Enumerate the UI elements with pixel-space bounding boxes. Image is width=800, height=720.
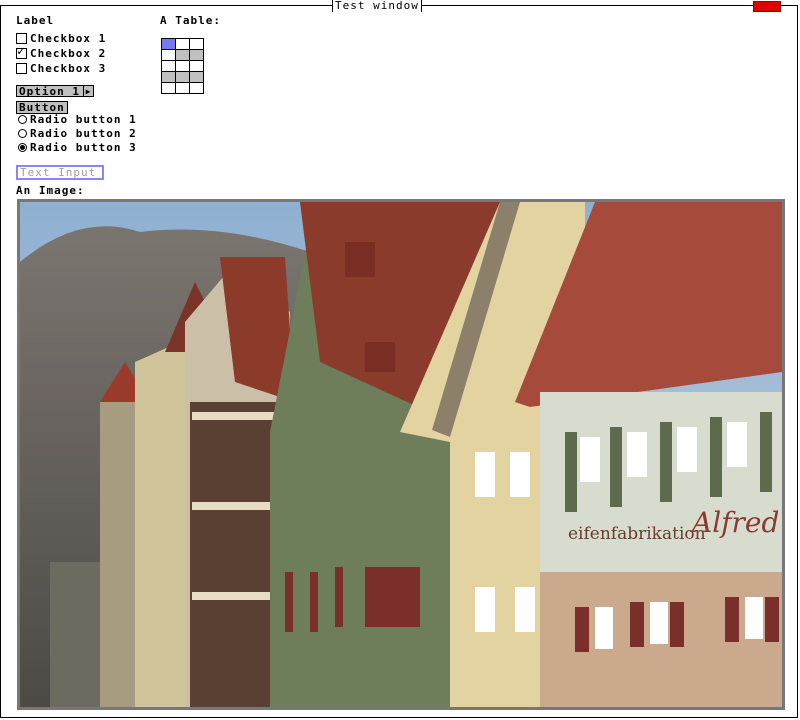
table-row — [161, 82, 204, 94]
radio-button-1[interactable]: Radio button 1 — [18, 112, 137, 126]
table-cell[interactable] — [161, 38, 176, 50]
checkbox-2-label: Checkbox 2 — [30, 46, 107, 60]
checkbox-2-box[interactable] — [16, 44, 27, 59]
radio-button-2[interactable]: Radio button 2 — [18, 126, 137, 140]
radio-3-dot[interactable] — [18, 142, 27, 152]
checkbox-1-box[interactable] — [16, 32, 27, 44]
table-cell[interactable] — [175, 60, 190, 72]
table-cell[interactable] — [175, 71, 190, 83]
radio-2-label: Radio button 2 — [30, 126, 137, 140]
checkbox-3-label: Checkbox 3 — [30, 61, 107, 75]
checkbox-2[interactable]: Checkbox 2 — [16, 44, 107, 60]
radio-1-label: Radio button 1 — [30, 112, 137, 126]
town-photo: eifenfabrikation Alfred — [20, 202, 782, 707]
table-row — [161, 60, 204, 72]
image-frame: eifenfabrikation Alfred — [17, 199, 785, 710]
table-row — [161, 38, 204, 50]
table-cell[interactable] — [161, 82, 176, 94]
window-title[interactable]: Test window — [332, 0, 422, 12]
option-select[interactable]: Option 1 ▶ — [16, 84, 94, 98]
table-cell[interactable] — [175, 38, 190, 50]
table-cell[interactable] — [161, 71, 176, 83]
table-label: A Table: — [160, 14, 221, 27]
checkbox-1-label: Checkbox 1 — [30, 31, 107, 45]
data-table[interactable] — [161, 38, 204, 94]
shop-sign-left: eifenfabrikation — [568, 524, 706, 544]
table-cell[interactable] — [189, 71, 204, 83]
image-label: An Image: — [16, 184, 85, 197]
radio-2-dot[interactable] — [18, 128, 27, 138]
table-row — [161, 49, 204, 61]
radio-button-3[interactable]: Radio button 3 — [18, 140, 137, 154]
text-input[interactable] — [16, 165, 104, 180]
test-window: Test window Label Checkbox 1 Checkbox 2 … — [0, 0, 798, 718]
table-cell[interactable] — [189, 49, 204, 61]
table-cell[interactable] — [189, 82, 204, 94]
table-cell[interactable] — [189, 60, 204, 72]
radio-1-dot[interactable] — [18, 114, 27, 124]
table-row — [161, 71, 204, 83]
close-button[interactable] — [753, 1, 781, 12]
label-text: Label — [16, 14, 55, 27]
table-cell[interactable] — [175, 49, 190, 61]
shop-sign-right: Alfred — [689, 506, 779, 539]
option-select-value: Option 1 — [19, 84, 80, 98]
radio-3-label: Radio button 3 — [30, 140, 137, 154]
checkbox-3-box[interactable] — [16, 62, 27, 74]
chevron-right-icon[interactable]: ▶ — [82, 86, 93, 96]
table-cell[interactable] — [161, 60, 176, 72]
table-cell[interactable] — [161, 49, 176, 61]
checkbox-3[interactable]: Checkbox 3 — [16, 61, 106, 75]
table-cell[interactable] — [175, 82, 190, 94]
checkbox-1[interactable]: Checkbox 1 — [16, 31, 106, 45]
table-cell[interactable] — [189, 38, 204, 50]
